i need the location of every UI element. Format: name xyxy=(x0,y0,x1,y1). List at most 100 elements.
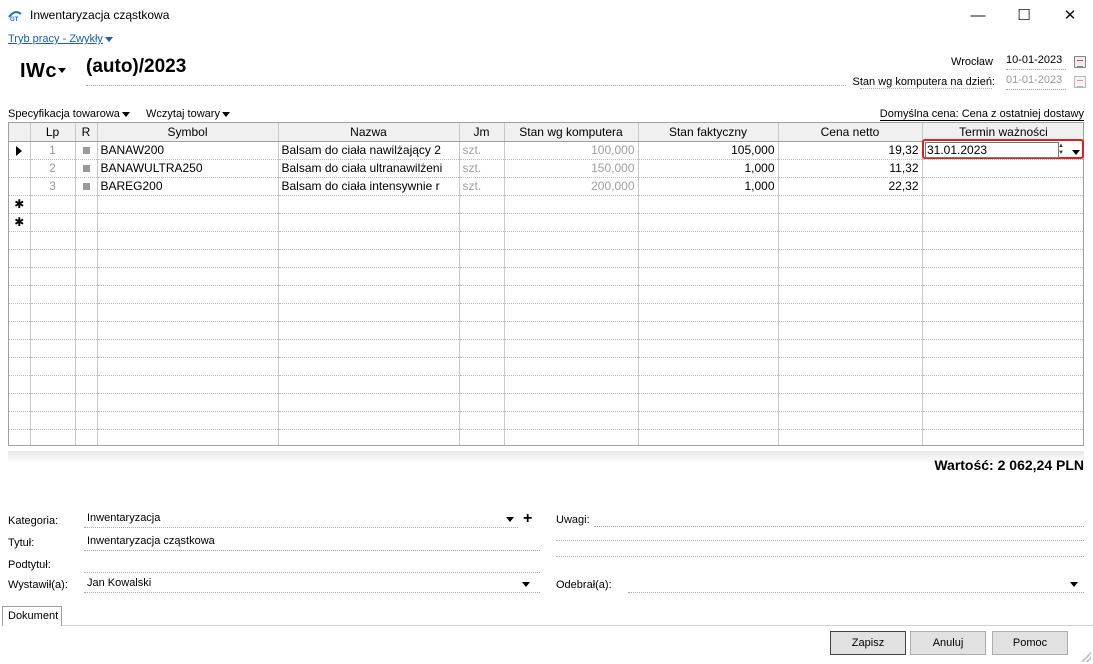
column-header-stan-komputer[interactable]: Stan wg komputera xyxy=(504,123,639,142)
table-row[interactable]: 2 BANAWULTRA250 Balsam do ciała ultranaw… xyxy=(9,159,1083,178)
empty-row xyxy=(9,321,1083,340)
issued-by-select[interactable]: Jan Kowalski xyxy=(84,577,540,593)
cell-jm[interactable]: szt. xyxy=(459,141,505,160)
summary-bar xyxy=(8,451,1084,481)
empty-row xyxy=(9,339,1083,358)
empty-row xyxy=(9,375,1083,394)
default-price-link[interactable]: Domyślna cena: Cena z ostatniej dostawy xyxy=(879,108,1084,121)
chevron-down-icon xyxy=(506,517,514,522)
cell-nazwa[interactable]: Balsam do ciała intensywnie r xyxy=(278,177,460,196)
new-row[interactable]: ✱ xyxy=(9,195,1083,214)
divider xyxy=(62,625,1093,626)
issued-by-label: Wystawił(a): xyxy=(8,579,68,591)
cell-stan-faktyczny[interactable]: 1,000 xyxy=(638,159,779,178)
title-bar: GT Inwentaryzacja cząstkowa — ☐ ✕ xyxy=(0,0,1093,30)
current-row-indicator xyxy=(9,141,31,160)
cell-symbol[interactable]: BANAWULTRA250 xyxy=(97,159,279,178)
close-button[interactable]: ✕ xyxy=(1047,0,1093,30)
calendar-icon[interactable] xyxy=(1074,56,1086,68)
chevron-down-icon xyxy=(522,582,530,587)
cell-symbol[interactable]: BAREG200 xyxy=(97,177,279,196)
cell-cena-netto[interactable]: 19,32 xyxy=(778,141,923,160)
cell-symbol[interactable]: BANAW200 xyxy=(97,141,279,160)
stock-date-field[interactable]: 01-01-2023 xyxy=(1006,74,1066,90)
cell-stan-faktyczny[interactable]: 1,000 xyxy=(638,177,779,196)
column-header-indicator xyxy=(9,123,31,142)
cell-termin[interactable] xyxy=(922,159,1083,178)
empty-row xyxy=(9,411,1083,430)
document-type-selector[interactable]: IWc xyxy=(20,60,67,83)
category-select[interactable]: Inwentaryzacja xyxy=(84,512,518,528)
row-indicator xyxy=(9,177,31,196)
cell-r[interactable] xyxy=(75,177,98,196)
maximize-button[interactable]: ☐ xyxy=(1001,0,1047,30)
column-header-symbol[interactable]: Symbol xyxy=(97,123,279,142)
cell-cena-netto[interactable]: 22,32 xyxy=(778,177,923,196)
column-header-stan-faktyczny[interactable]: Stan faktyczny xyxy=(638,123,779,142)
new-row[interactable]: ✱ xyxy=(9,213,1083,232)
cell-termin[interactable] xyxy=(922,177,1083,196)
app-logo-icon: GT xyxy=(8,11,22,22)
row-marker-icon xyxy=(82,183,90,190)
document-number[interactable]: (auto)/2023 xyxy=(86,56,846,86)
received-by-select[interactable] xyxy=(628,577,1084,593)
tab-dokument[interactable]: Dokument xyxy=(2,606,62,626)
spin-updown-icon[interactable]: ▲ ▼ xyxy=(1056,143,1066,157)
empty-row xyxy=(9,393,1083,412)
table-row[interactable]: 3 BAREG200 Balsam do ciała intensywnie r… xyxy=(9,177,1083,196)
notes-line[interactable] xyxy=(556,540,1084,541)
column-header-nazwa[interactable]: Nazwa xyxy=(278,123,460,142)
chevron-down-icon xyxy=(121,111,130,117)
help-button[interactable]: Pomoc xyxy=(992,631,1068,655)
expiry-date-editor[interactable]: 31.01.2023 ▲ ▼ xyxy=(922,139,1084,159)
column-header-r[interactable]: R xyxy=(75,123,98,142)
spec-menu-label: Specyfikacja towarowa xyxy=(8,108,120,120)
cell-r[interactable] xyxy=(75,159,98,178)
title-value: Inwentaryzacja cząstkowa xyxy=(87,535,215,547)
stock-date-label: Stan wg komputera na dzień: xyxy=(852,76,995,88)
document-date-field[interactable]: 10-01-2023 xyxy=(1006,54,1066,70)
work-mode-link[interactable]: Tryb pracy - Zwykły xyxy=(8,33,113,45)
received-by-label: Odebrał(a): xyxy=(556,579,612,591)
work-mode-label: Tryb pracy - Zwykły xyxy=(8,33,103,45)
empty-row xyxy=(9,303,1083,322)
cancel-button[interactable]: Anuluj xyxy=(910,631,986,655)
save-button[interactable]: Zapisz xyxy=(830,631,906,655)
load-goods-menu[interactable]: Wczytaj towary xyxy=(146,108,230,120)
empty-row xyxy=(9,357,1083,376)
chevron-down-icon xyxy=(58,68,67,74)
cell-stan-faktyczny[interactable]: 105,000 xyxy=(638,141,779,160)
cell-jm[interactable]: szt. xyxy=(459,159,505,178)
chevron-down-icon xyxy=(1072,150,1080,156)
document-type-label: IWc xyxy=(20,60,58,82)
cell-cena-netto[interactable]: 11,32 xyxy=(778,159,923,178)
load-goods-label: Wczytaj towary xyxy=(146,108,220,120)
resize-grip-icon[interactable] xyxy=(1081,652,1091,662)
row-marker-icon xyxy=(82,147,90,154)
cell-nazwa[interactable]: Balsam do ciała ultranawilżeni xyxy=(278,159,460,178)
items-grid[interactable]: Lp R Symbol Nazwa Jm Stan wg komputera S… xyxy=(8,122,1084,446)
column-header-jm[interactable]: Jm xyxy=(459,123,505,142)
category-value: Inwentaryzacja xyxy=(87,512,161,524)
column-header-lp[interactable]: Lp xyxy=(30,123,76,142)
place-label: Wrocław xyxy=(951,56,993,68)
calendar-icon[interactable] xyxy=(1074,76,1086,88)
expiry-date-input[interactable]: 31.01.2023 xyxy=(925,142,1059,158)
date-dropdown-button[interactable] xyxy=(1070,145,1080,159)
empty-row xyxy=(9,429,1083,445)
notes-line[interactable] xyxy=(594,526,1084,527)
new-row-icon: ✱ xyxy=(9,213,31,232)
add-category-icon[interactable]: + xyxy=(523,510,532,528)
received-by-value xyxy=(628,577,631,589)
minimize-button[interactable]: — xyxy=(955,0,1001,30)
cell-nazwa[interactable]: Balsam do ciała nawilżający 2 xyxy=(278,141,460,160)
notes-line[interactable] xyxy=(556,556,1084,557)
column-header-cena-netto[interactable]: Cena netto xyxy=(778,123,923,142)
spec-menu[interactable]: Specyfikacja towarowa xyxy=(8,108,130,120)
cell-r[interactable] xyxy=(75,141,98,160)
subtitle-field[interactable] xyxy=(84,557,540,573)
title-field[interactable]: Inwentaryzacja cząstkowa xyxy=(84,535,540,551)
current-row-arrow-icon xyxy=(16,145,23,156)
chevron-down-icon xyxy=(1070,582,1078,587)
cell-jm[interactable]: szt. xyxy=(459,177,505,196)
